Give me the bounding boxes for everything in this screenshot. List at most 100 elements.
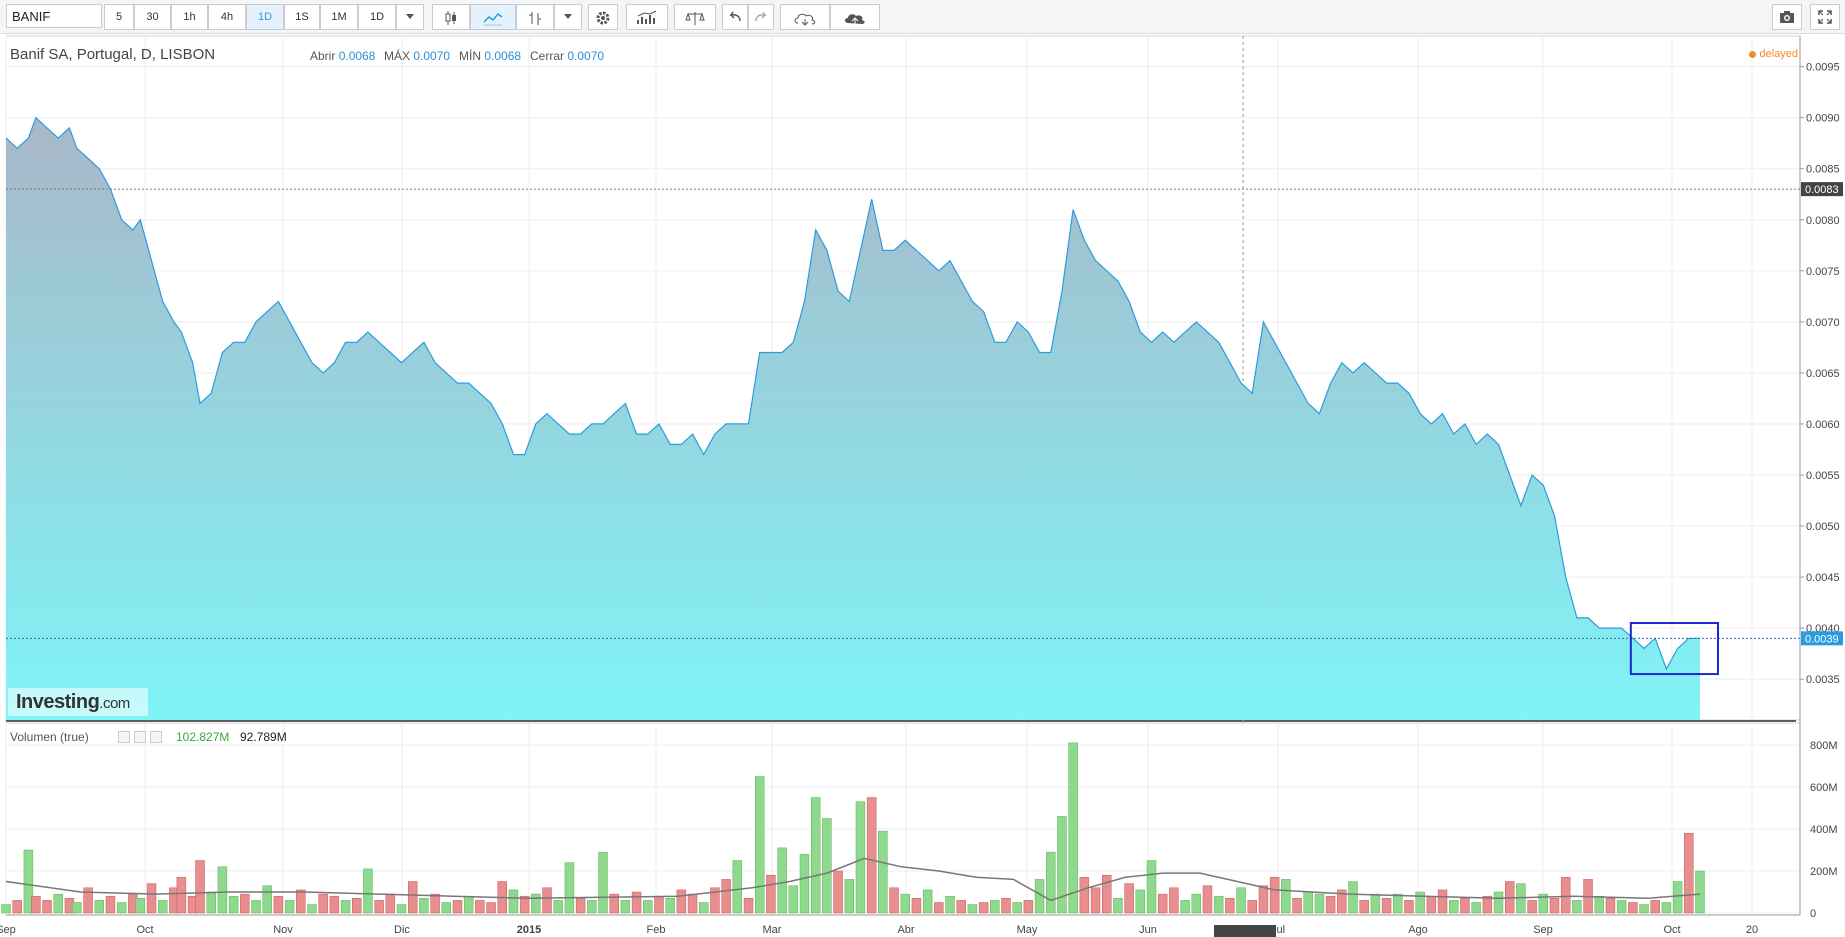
- volume-bar: [1090, 887, 1101, 914]
- volume-bar: [1639, 904, 1649, 914]
- volume-value: 102.827M: [176, 730, 230, 744]
- volume-bar: [1426, 895, 1437, 914]
- volume-tick-label: 800M: [1810, 740, 1838, 752]
- volume-bar: [1225, 898, 1235, 914]
- crosshair-date-label: [1214, 925, 1276, 937]
- volume-bar: [146, 883, 157, 914]
- volume-bar: [1594, 895, 1604, 914]
- volume-bar: [251, 900, 261, 914]
- time-tick-label: Jun: [1139, 924, 1157, 936]
- volume-bar: [206, 891, 216, 914]
- eye-icon[interactable]: [118, 731, 130, 743]
- volume-bar: [1684, 832, 1694, 914]
- volume-ma-value: 92.789M: [240, 730, 287, 744]
- volume-title[interactable]: Volumen (true): [10, 730, 89, 744]
- volume-bar: [1460, 898, 1470, 914]
- volume-bar: [157, 900, 168, 914]
- volume-bar: [42, 900, 52, 914]
- volume-bar: [284, 900, 295, 914]
- volume-bar: [116, 902, 127, 914]
- volume-bar: [228, 895, 239, 914]
- volume-bar: [967, 904, 978, 914]
- time-tick-label: Dic: [394, 924, 410, 936]
- volume-bar: [553, 900, 563, 914]
- chart-title[interactable]: Banif SA, Portugal, D, LISBON: [10, 46, 215, 63]
- time-tick-label: Oct: [1663, 924, 1680, 936]
- volume-bar: [866, 797, 877, 914]
- volume-bar: [475, 900, 485, 914]
- volume-bar: [1370, 893, 1381, 914]
- volume-bar: [240, 893, 250, 914]
- volume-bar: [441, 902, 452, 914]
- time-tick-label: Abr: [897, 924, 914, 936]
- delayed-badge: delayed: [1749, 48, 1798, 60]
- volume-bar: [262, 885, 272, 914]
- volume-bar: [1292, 898, 1302, 914]
- volume-bar: [1605, 898, 1616, 914]
- high-value: 0.0070: [413, 49, 451, 63]
- volume-tick-label: 200M: [1810, 866, 1838, 878]
- volume-bar: [1213, 895, 1224, 914]
- volume-bar: [542, 887, 552, 914]
- volume-bar: [777, 847, 787, 914]
- volume-pane: [5, 722, 1801, 916]
- volume-bar: [1695, 870, 1705, 914]
- volume-bar: [1381, 898, 1392, 914]
- volume-bar: [654, 895, 664, 914]
- volume-bar: [1549, 898, 1560, 914]
- volume-bar: [1628, 902, 1638, 914]
- volume-bar: [195, 860, 205, 914]
- volume-bar: [1650, 900, 1660, 914]
- volume-bar: [1393, 893, 1403, 914]
- volume-bar: [956, 900, 966, 914]
- time-tick-label: Mar: [763, 924, 782, 936]
- volume-bar: [1146, 860, 1157, 914]
- volume-bar: [1527, 900, 1537, 914]
- low-label: MÍN 0.0068: [459, 49, 521, 63]
- high-label: MÁX 0.0070: [384, 49, 450, 63]
- volume-bar: [1023, 900, 1034, 914]
- volume-bar: [1348, 881, 1358, 914]
- volume-bar: [878, 830, 888, 914]
- chart-area[interactable]: 0.0095 0.0090 0.0085 0.0080 0.0075 0.0070 0.00…: [0, 0, 1845, 937]
- settings-small-icon[interactable]: [134, 731, 146, 743]
- volume-bar: [407, 881, 418, 914]
- volume-bar: [105, 895, 116, 914]
- close-icon[interactable]: [150, 731, 162, 743]
- volume-bar: [1493, 891, 1504, 914]
- volume-bar: [1101, 874, 1112, 914]
- close-label: Cerrar 0.0070: [530, 49, 604, 63]
- time-tick-label: 2015: [517, 924, 541, 936]
- volume-bar: [1247, 900, 1257, 914]
- close-label-text: Cerrar: [530, 49, 565, 63]
- volume-bar: [1314, 893, 1325, 914]
- volume-bar: [721, 879, 731, 914]
- volume-bar: [1012, 902, 1022, 914]
- volume-bar: [575, 898, 586, 914]
- time-tick-label: Oct: [136, 924, 153, 936]
- volume-bar: [1672, 881, 1683, 914]
- volume-bar: [978, 902, 989, 914]
- volume-bar: [340, 900, 351, 914]
- volume-bar: [754, 776, 765, 914]
- volume-bar: [810, 797, 821, 914]
- volume-bar: [1157, 893, 1168, 914]
- logo-brand: Investing: [16, 691, 100, 713]
- volume-bar: [1113, 898, 1123, 914]
- volume-bar: [732, 860, 743, 914]
- volume-bar: [799, 853, 810, 914]
- time-tick-label: Sep: [1533, 924, 1553, 936]
- volume-bar: [844, 879, 854, 914]
- volume-bar: [385, 893, 396, 914]
- volume-bar: [1236, 887, 1246, 914]
- volume-bar: [217, 866, 228, 914]
- volume-bar: [307, 904, 317, 914]
- open-label: Abrir 0.0068: [310, 49, 375, 63]
- volume-bar: [318, 893, 328, 914]
- volume-bar: [1202, 885, 1213, 914]
- status-dot-icon: [1749, 50, 1757, 58]
- volume-bar: [1057, 816, 1067, 914]
- volume-bar: [1471, 902, 1481, 914]
- volume-bar: [452, 900, 463, 914]
- price-tick-label: 0.0055: [1806, 470, 1840, 482]
